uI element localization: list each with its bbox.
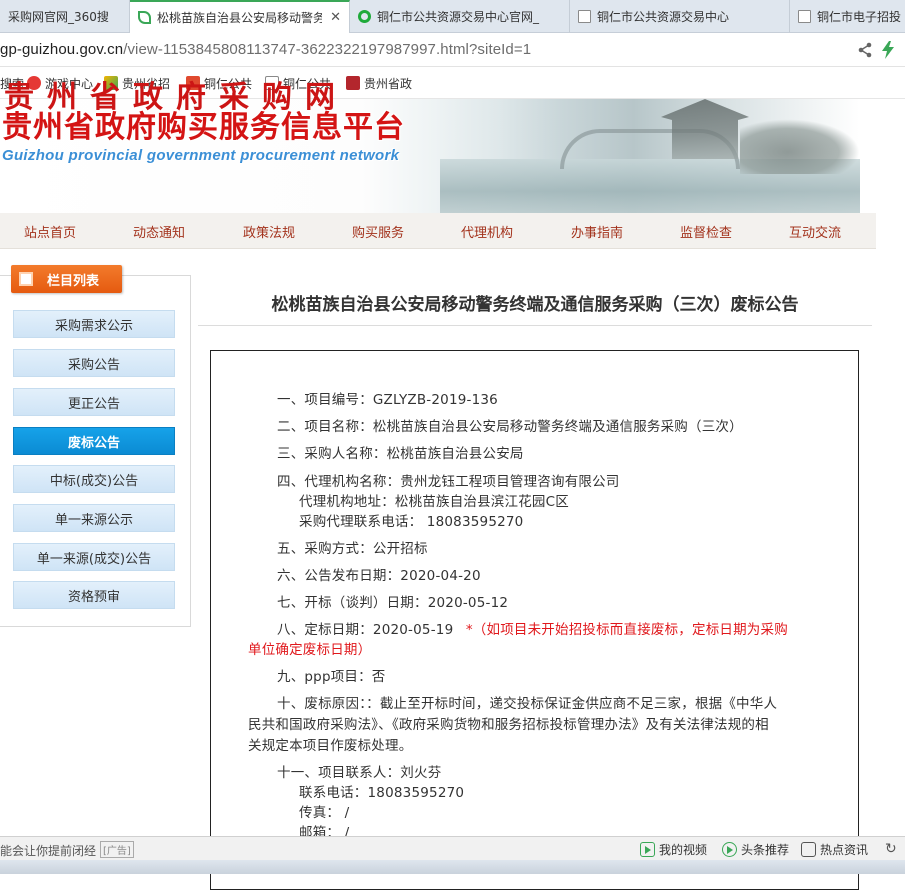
item-agency-address: 代理机构地址：松桃苗族自治县滨江花园C区 (299, 494, 569, 510)
nav-supervision[interactable]: 监督检查 (661, 222, 751, 241)
sidebar-item-label: 单一来源公示 (54, 512, 133, 528)
bookmark-label: 贵州省政 (364, 76, 413, 91)
url-field[interactable]: gp-guizhou.gov.cn/view-1153845808113747-… (0, 41, 531, 58)
360-ring-icon (358, 10, 371, 23)
sidebar-item-label: 资格预审 (67, 589, 120, 605)
status-item-label: 热点资讯 (820, 843, 869, 857)
share-icon[interactable] (858, 42, 872, 58)
nav-interaction[interactable]: 互动交流 (770, 222, 860, 241)
news-icon (801, 842, 816, 857)
tab-tongren-bidding[interactable]: 铜仁市电子招投 (790, 0, 905, 33)
article-body: 一、项目编号：GZLYZB-2019-136 二、项目名称：松桃苗族自治县公安局… (210, 350, 859, 890)
my-videos-button[interactable]: 我的视频 (640, 841, 707, 858)
tab-360-search[interactable]: 采购网官网_360搜 (0, 0, 130, 33)
item-award-date: 八、定标日期：2020-05-19 *（如项目未开始招投标而直接废标，定标日期为… (277, 618, 788, 638)
item-contact-person: 十一、项目联系人：刘火芬 (277, 765, 442, 781)
nav-guide[interactable]: 办事指南 (552, 222, 642, 241)
tab-label: 铜仁市电子招投 (817, 10, 902, 24)
item-agency-name: 四、代理机构名称：贵州龙钰工程项目管理咨询有限公司 (277, 474, 620, 490)
url-host: gp-guizhou.gov.cn (0, 41, 124, 58)
tab-tongren-official[interactable]: 铜仁市公共资源交易中心官网_ (350, 0, 570, 33)
browser-tab-bar: 采购网官网_360搜 松桃苗族自治县公安局移动警务 ✕ 铜仁市公共资源交易中心官… (0, 0, 905, 33)
sidebar-heading-label: 栏目列表 (47, 273, 100, 289)
nav-agency[interactable]: 代理机构 (442, 222, 532, 241)
lightning-icon[interactable] (881, 41, 895, 59)
nav-purchase-service[interactable]: 购买服务 (333, 222, 423, 241)
page-leaf-icon (138, 11, 151, 24)
tab-label: 铜仁市公共资源交易中心 (597, 10, 730, 24)
video-play-icon (640, 842, 655, 857)
sidebar-item-correction[interactable]: 更正公告 (13, 388, 175, 416)
item-cancel-reason-cont1: 民共和国政府采购法》、《政府采购货物和服务招标投标管理办法》及有关法律法规的相 (248, 717, 769, 733)
award-date-note-cont: 单位确定废标日期） (248, 642, 372, 658)
bookmark-guizhou-gov[interactable]: 贵州省政 (346, 74, 412, 92)
banner-title: 贵州省政府购买服务信息平台 (2, 110, 405, 145)
main-nav: 站点首页 动态通知 政策法规 购买服务 代理机构 办事指南 监督检查 互动交流 (0, 213, 876, 249)
sidebar-item-single-source-award[interactable]: 单一来源(成交)公告 (13, 543, 175, 571)
sidebar-item-label: 废标公告 (67, 435, 120, 451)
award-date-text: 八、定标日期：2020-05-19 (277, 622, 454, 638)
address-bar[interactable]: gp-guizhou.gov.cn/view-1153845808113747-… (0, 33, 905, 67)
banner-trees (740, 119, 860, 174)
award-date-note: *（如项目未开始招投标而直接废标，定标日期为采购 (465, 622, 788, 638)
sidebar-item-label: 中标(成交)公告 (49, 473, 139, 489)
tab-label: 松桃苗族自治县公安局移动警务 (157, 11, 323, 25)
hot-news-button[interactable]: 热点资讯 (801, 841, 868, 858)
ad-badge: [广告] (100, 841, 134, 858)
document-icon (798, 10, 811, 23)
sidebar-item-purchase-notice[interactable]: 采购公告 (13, 349, 175, 377)
item-project-name: 二、项目名称：松桃苗族自治县公安局移动警务终端及通信服务采购（三次） (277, 419, 743, 435)
sidebar-item-award[interactable]: 中标(成交)公告 (13, 465, 175, 493)
banner-title-partial: 贵州省政府采购网 (4, 80, 348, 115)
sidebar-item-label: 更正公告 (67, 396, 120, 412)
sidebar-item-label: 采购需求公示 (54, 318, 133, 334)
status-item-label: 头条推荐 (741, 843, 790, 857)
item-contact-phone: 联系电话：18083595270 (299, 785, 465, 801)
item-fax: 传真： / (299, 805, 350, 821)
seal-icon (346, 76, 360, 90)
headline-button[interactable]: 头条推荐 (722, 841, 789, 858)
item-ppp: 九、ppp项目：否 (277, 669, 386, 685)
status-ad-text: 能会让你提前闭经 (0, 844, 97, 858)
document-icon (578, 10, 591, 23)
item-purchaser: 三、采购人名称：松桃苗族自治县公安局 (277, 446, 524, 462)
item-cancel-reason-cont2: 关规定本项目作废标处理。 (248, 738, 413, 754)
item-publish-date: 六、公告发布日期：2020-04-20 (277, 568, 481, 584)
article-title: 松桃苗族自治县公安局移动警务终端及通信服务采购（三次）废标公告 (271, 295, 799, 315)
tab-label: 铜仁市公共资源交易中心官网_ (377, 10, 540, 24)
close-tab-icon[interactable]: ✕ (330, 10, 341, 25)
status-ad[interactable]: 能会让你提前闭经 [广告] (0, 841, 134, 859)
status-item-label: 我的视频 (659, 843, 708, 857)
item-opening-date: 七、开标（谈判）日期：2020-05-12 (277, 595, 509, 611)
url-path: /view-1153845808113747-3622322197987997.… (123, 41, 532, 58)
banner-subtitle: Guizhou provincial government procuremen… (2, 147, 400, 164)
title-divider (198, 325, 872, 326)
sidebar-item-demand-notice[interactable]: 采购需求公示 (13, 310, 175, 338)
nav-news[interactable]: 动态通知 (114, 222, 204, 241)
nav-home[interactable]: 站点首页 (5, 222, 95, 241)
list-icon (19, 272, 33, 286)
headline-play-icon (722, 842, 737, 857)
item-procurement-method: 五、采购方式：公开招标 (277, 541, 428, 557)
sidebar-item-single-source[interactable]: 单一来源公示 (13, 504, 175, 532)
sidebar-item-prequalification[interactable]: 资格预审 (13, 581, 175, 609)
item-agency-phone: 采购代理联系电话： 18083595270 (299, 514, 524, 530)
tab-tongren-center[interactable]: 铜仁市公共资源交易中心 (570, 0, 790, 33)
sidebar-item-label: 单一来源(成交)公告 (36, 551, 152, 567)
tab-current[interactable]: 松桃苗族自治县公安局移动警务 ✕ (130, 0, 350, 33)
sidebar-item-cancel-notice[interactable]: 废标公告 (13, 427, 175, 455)
nav-policy[interactable]: 政策法规 (224, 222, 314, 241)
refresh-icon[interactable]: ↻ (885, 841, 897, 857)
sidebar-item-label: 采购公告 (67, 357, 120, 373)
item-project-number: 一、项目编号：GZLYZB-2019-136 (277, 392, 498, 408)
tab-label: 采购网官网_360搜 (8, 10, 109, 24)
taskbar-strip (0, 860, 905, 874)
item-cancel-reason: 十、废标原因：：截止至开标时间，递交投标保证金供应商不足三家，根据《中华人 (277, 696, 778, 712)
sidebar-heading: 栏目列表 (11, 265, 122, 293)
